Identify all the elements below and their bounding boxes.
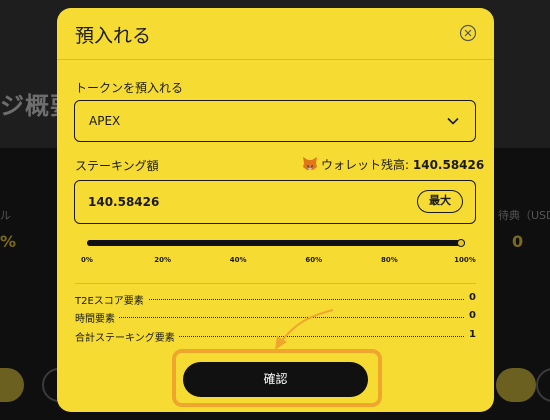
close-icon[interactable] — [459, 24, 477, 42]
slider-tick-label: 100% — [454, 256, 476, 264]
modal-header: 預入れる — [57, 8, 494, 60]
slider-tick-label: 60% — [305, 256, 323, 264]
slider-tick-label: 80% — [381, 256, 398, 264]
factor-label: 合計ステーキング要素 — [75, 329, 179, 344]
factor-value: 0 — [465, 310, 476, 321]
slider-thumb[interactable] — [457, 239, 465, 247]
slider-tick-label: 40% — [229, 256, 247, 264]
confirm-button[interactable]: 確認 — [183, 362, 368, 397]
token-selected-value: APEX — [89, 114, 121, 128]
modal-title: 預入れる — [75, 25, 152, 47]
slider-tick-label: 0% — [81, 256, 93, 264]
divider — [75, 283, 476, 284]
wallet-balance: ウォレット残高: 140.58426 — [302, 155, 484, 173]
background-label-right: 待典（USDC — [498, 209, 550, 222]
slider-tick-label: 20% — [154, 256, 171, 264]
pointer-arrow-icon — [275, 309, 334, 350]
slider-fill — [87, 240, 465, 246]
background-label-left: ル — [0, 209, 11, 222]
factor-value: 1 — [465, 329, 476, 340]
deposit-modal: 預入れる トークンを預入れる APEX ステーキング額 ウォレット残高: 140… — [57, 8, 494, 412]
staking-amount-label: ステーキング額 — [75, 159, 159, 173]
factor-label: 時間要素 — [75, 310, 119, 325]
background-value-left: % — [0, 232, 17, 251]
metamask-fox-icon — [303, 157, 317, 170]
background-value-right: 0 — [512, 232, 524, 251]
max-button[interactable]: 最大 — [417, 190, 463, 213]
staking-amount-field[interactable]: 140.58426 最大 — [74, 180, 476, 224]
background-button-right — [496, 368, 536, 402]
chevron-down-icon — [447, 117, 459, 125]
staking-amount-value: 140.58426 — [88, 195, 160, 209]
amount-slider[interactable] — [87, 239, 465, 247]
factor-value: 0 — [465, 292, 476, 303]
wallet-balance-label: ウォレット残高: — [321, 158, 410, 172]
factor-row-t2e: T2Eスコア要素 0 — [75, 292, 476, 307]
token-select[interactable]: APEX — [74, 100, 476, 142]
token-label: トークンを預入れる — [75, 81, 184, 95]
wallet-balance-value: 140.58426 — [412, 158, 485, 172]
factor-label: T2Eスコア要素 — [75, 292, 148, 307]
